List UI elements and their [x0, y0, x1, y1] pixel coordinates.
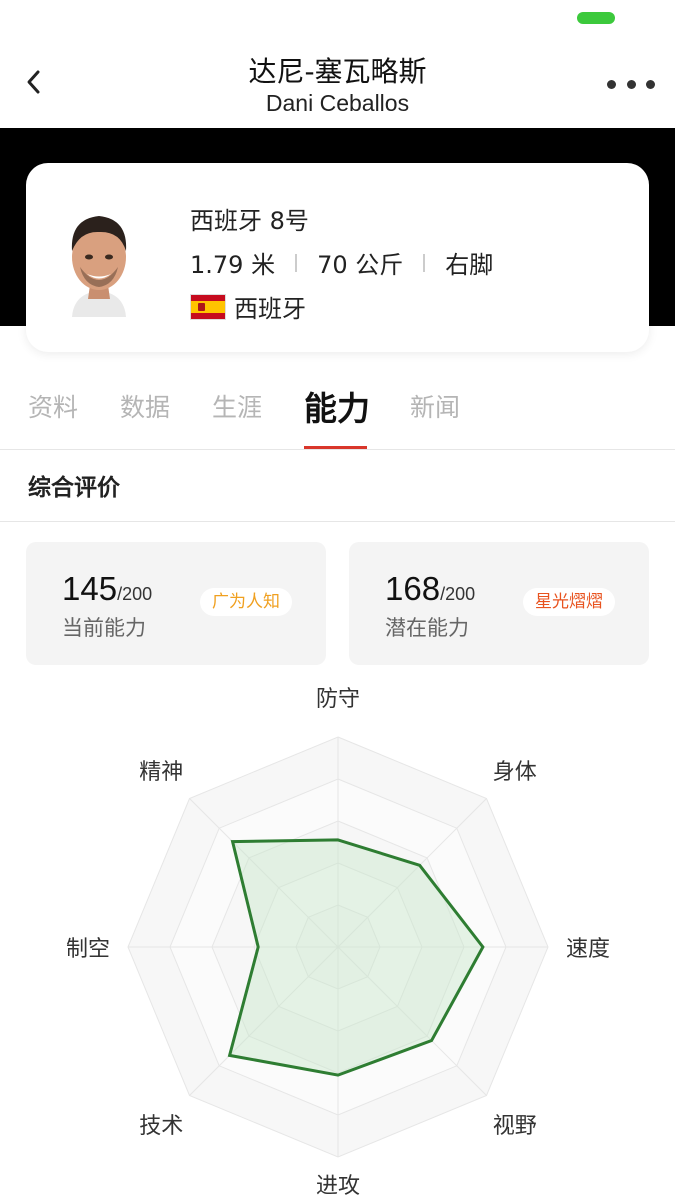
player-weight: 70 公斤 — [317, 251, 404, 279]
radar-axis-label: 身体 — [492, 760, 537, 786]
more-options-button[interactable] — [607, 74, 655, 94]
tab-career[interactable]: 生涯 — [212, 388, 262, 424]
tab-data[interactable]: 数据 — [120, 388, 170, 424]
potential-ability-label: 潜在能力 — [385, 616, 469, 640]
current-ability-badge: 广为人知 — [200, 588, 292, 616]
tab-bar: 资料 数据 生涯 能力 新闻 — [0, 370, 675, 450]
radar-axis-label: 视野 — [492, 1113, 537, 1139]
header: 达尼-塞瓦略斯 Dani Ceballos — [0, 40, 675, 128]
player-height: 1.79 米 — [190, 251, 276, 279]
active-tab-indicator — [304, 446, 367, 449]
potential-ability-card: 168/200 潜在能力 星光熠熠 — [349, 542, 649, 665]
radar-axis-label: 技术 — [139, 1113, 184, 1139]
divider — [295, 253, 298, 272]
tab-profile[interactable]: 资料 — [28, 388, 78, 424]
page-title: 达尼-塞瓦略斯 — [248, 55, 427, 88]
player-nationality: 西班牙 — [234, 295, 306, 323]
status-indicator — [577, 12, 615, 24]
ability-radar-chart: 防守身体速度视野进攻 技术 制空 精神 — [0, 680, 675, 1200]
player-team-number: 西班牙 8号 — [190, 207, 309, 235]
player-card: 西班牙 8号 1.79 米 70 公斤 右脚 西班牙 — [26, 163, 649, 352]
radar-axis-label: 进攻 — [316, 1174, 361, 1199]
current-ability-max: /200 — [117, 584, 153, 604]
dot-icon — [607, 79, 616, 89]
page-subtitle: Dani Ceballos — [265, 90, 410, 116]
divider — [0, 521, 675, 522]
radar-axis-label: 防守 — [316, 687, 361, 712]
dot-icon — [646, 79, 655, 89]
current-ability-value: 145/200 — [62, 570, 152, 608]
current-ability-card: 145/200 当前能力 广为人知 — [26, 542, 326, 665]
spain-flag-icon — [190, 293, 226, 320]
potential-ability-badge: 星光熠熠 — [523, 588, 615, 616]
divider — [423, 253, 426, 272]
tab-ability[interactable]: 能力 — [304, 382, 370, 430]
dot-icon — [626, 79, 636, 89]
tab-news[interactable]: 新闻 — [410, 388, 460, 424]
current-ability-score: 145 — [62, 570, 118, 607]
player-nationality-row: 西班牙 — [190, 289, 306, 324]
potential-ability-value: 168/200 — [385, 570, 475, 608]
player-foot: 右脚 — [445, 251, 494, 279]
potential-ability-max: /200 — [440, 584, 476, 604]
player-avatar — [54, 201, 144, 317]
radar-axis-label: 精神 — [139, 760, 184, 786]
current-ability-label: 当前能力 — [62, 616, 146, 640]
section-title: 综合评价 — [28, 475, 120, 501]
radar-axis-label: 制空 — [66, 937, 111, 962]
player-physical-info: 1.79 米 70 公斤 右脚 — [190, 245, 493, 280]
radar-axis-label: 速度 — [566, 937, 611, 962]
potential-ability-score: 168 — [385, 570, 441, 607]
